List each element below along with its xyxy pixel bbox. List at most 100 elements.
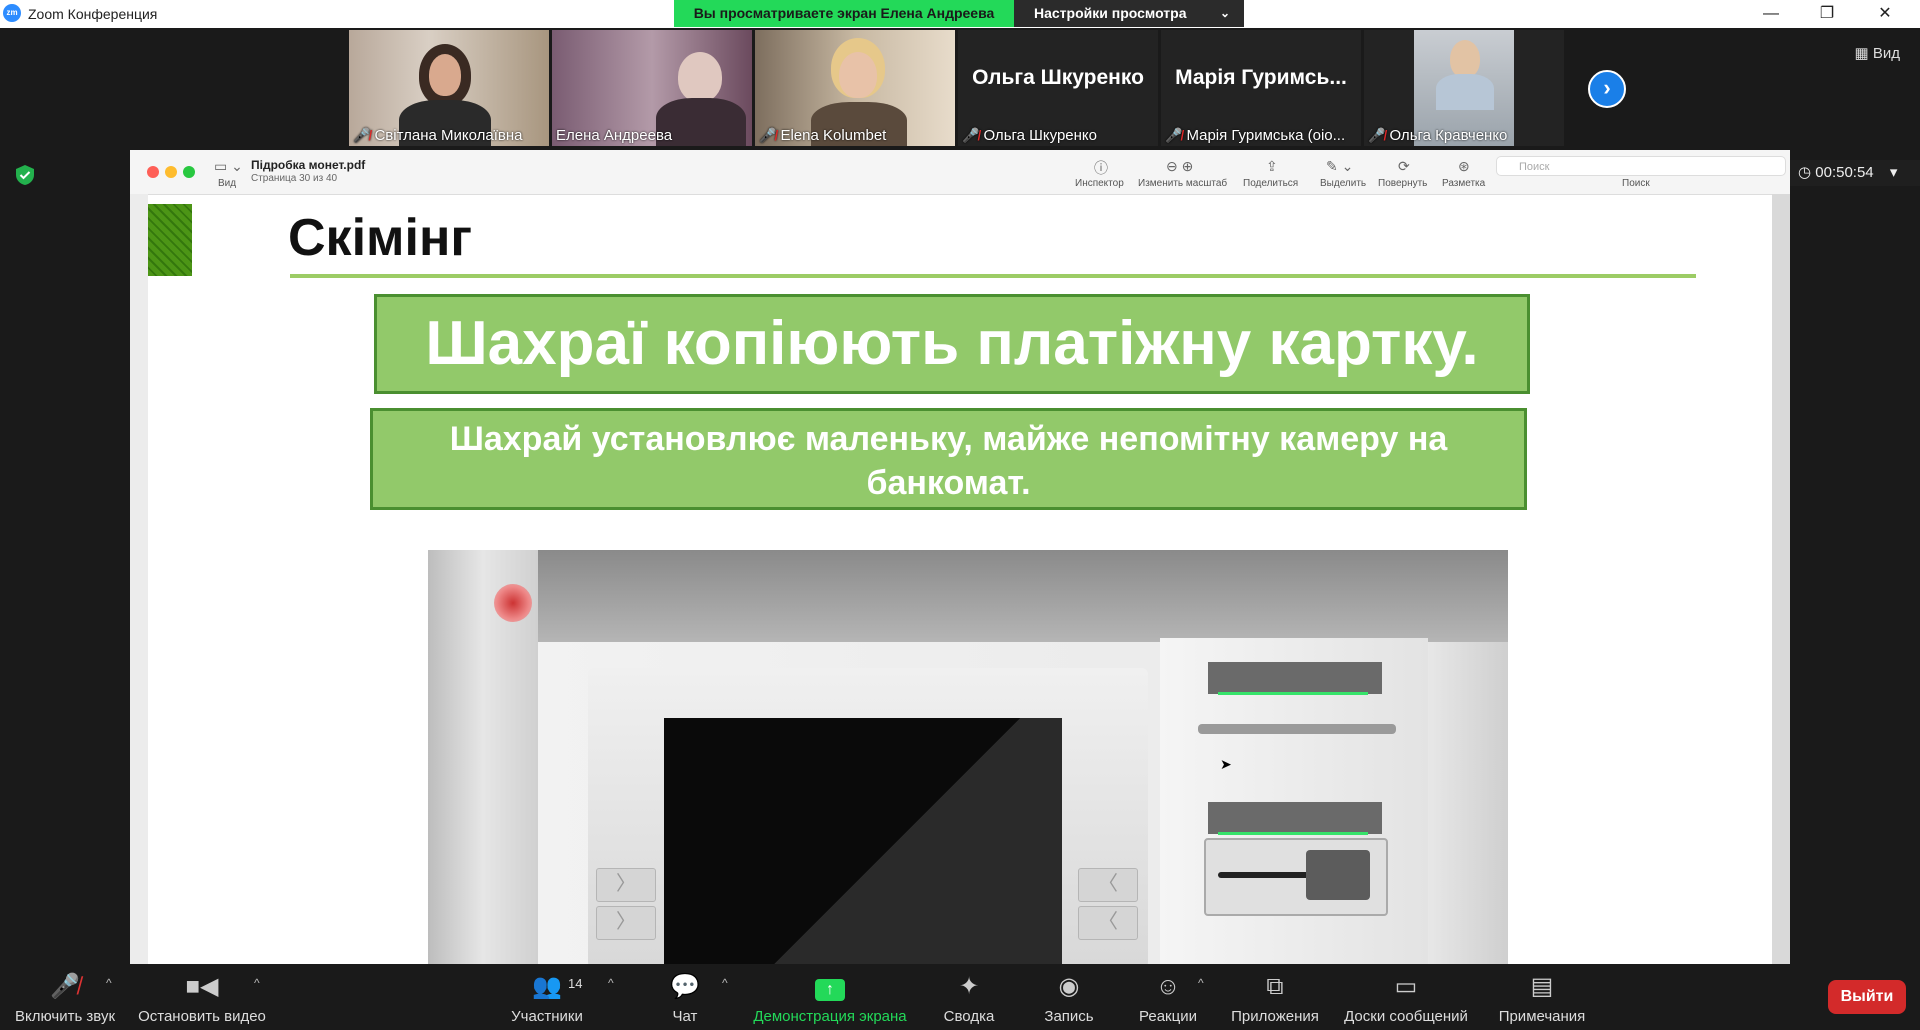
participant-display-name: Ольга Шкуренко <box>972 66 1144 89</box>
chevron-down-icon: ▾ <box>1889 164 1898 181</box>
meeting-toolbar: 🎤̸ Включить звук ^ ■◀ Остановить видео ^… <box>0 964 1920 1030</box>
shared-screen: ▭ ⌄ Вид Підробка монет.pdf Страница 30 и… <box>130 150 1790 964</box>
hidden-camera-marker <box>494 584 532 622</box>
participant-tile-active[interactable]: Елена Андреева <box>552 30 752 146</box>
chevron-down-icon: ⌄ <box>1219 6 1230 20</box>
atm-screen <box>664 718 1062 964</box>
share-icon[interactable]: ⇪ <box>1266 158 1278 175</box>
apps-button[interactable]: ⧉ Приложения <box>1228 972 1322 1025</box>
mic-muted-icon: 🎤̸ <box>353 127 371 143</box>
unmute-button[interactable]: 🎤̸ Включить звук <box>10 972 120 1025</box>
participant-tile[interactable]: Марія Гуримсь... 🎤̸ Марія Гуримська (оіо.… <box>1161 30 1361 146</box>
summary-sparkle-icon: ✦ <box>958 973 980 1000</box>
participant-name: Елена Андреева <box>556 127 673 144</box>
chevron-up-icon[interactable]: ^ <box>106 976 112 990</box>
person-body <box>1436 74 1494 110</box>
atm-top-panel <box>428 550 1508 642</box>
page-margin <box>130 194 148 964</box>
page-margin <box>1772 194 1790 964</box>
rotate-icon[interactable]: ⟳ <box>1398 158 1410 175</box>
view-settings-label: Настройки просмотра <box>1034 5 1187 21</box>
participant-name: 🎤̸ Elena Kolumbet <box>759 127 887 144</box>
participant-tile[interactable]: 🎤̸ Elena Kolumbet <box>755 30 955 146</box>
atm-side-key: 〈 <box>1078 868 1138 902</box>
close-dot-icon[interactable] <box>147 166 159 178</box>
atm-card-slot <box>1208 802 1382 834</box>
preview-search-input[interactable]: Поиск <box>1496 156 1786 176</box>
video-camera-icon: ■◀ <box>185 973 219 1000</box>
smiley-icon: ☺ <box>1155 973 1181 1000</box>
zoom-dot-icon[interactable] <box>183 166 195 178</box>
whiteboard-icon: ▭ <box>1394 973 1418 1000</box>
mouse-cursor-icon: ➤ <box>1220 756 1232 772</box>
stop-video-button[interactable]: ■◀ Остановить видео <box>136 972 268 1025</box>
mic-muted-icon: 🎤̸ <box>50 973 80 1000</box>
participant-tile[interactable]: 🎤̸ Світлана Миколаївна <box>349 30 549 146</box>
mic-muted-icon: 🎤̸ <box>1368 127 1386 143</box>
participant-name: 🎤̸ Ольга Кравченко <box>1368 127 1508 144</box>
share-arrow-icon: ↑ <box>815 979 845 1001</box>
participant-tile[interactable]: 🎤̸ Ольга Кравченко <box>1364 30 1564 146</box>
next-page-chevron-icon[interactable]: › <box>1588 70 1626 108</box>
whiteboards-button[interactable]: ▭ Доски сообщений <box>1340 972 1472 1025</box>
atm-side-key: 〉 <box>596 868 656 902</box>
slide-headline-box: Шахраї копіюють платіжну картку. <box>374 294 1530 394</box>
notes-button[interactable]: ▤ Примечания <box>1494 972 1590 1025</box>
participants-count: 14 <box>568 976 583 991</box>
record-button[interactable]: ◉ Запись <box>1040 972 1098 1025</box>
inspector-label[interactable]: Инспектор <box>1075 178 1124 189</box>
participant-name: 🎤̸ Марія Гуримська (оіо... <box>1165 127 1346 144</box>
atm-slot-light <box>1218 692 1368 695</box>
zoom-logo-icon: zm <box>3 4 21 22</box>
clock-icon: ◷ <box>1798 164 1816 181</box>
document-page: Страница 30 из 40 <box>251 173 338 184</box>
restore-icon[interactable]: ❐ <box>1804 2 1850 26</box>
atm-side-key: 〉 <box>596 906 656 940</box>
chevron-up-icon[interactable]: ^ <box>722 976 728 990</box>
close-icon[interactable]: ✕ <box>1862 2 1908 26</box>
share-banner: Вы просматриваете экран Елена Андреева Н… <box>674 0 1244 27</box>
markup-icon[interactable]: ⊛ <box>1458 158 1470 175</box>
summary-button[interactable]: ✦ Сводка <box>938 972 1000 1025</box>
atm-slot-light <box>1218 832 1368 835</box>
reactions-button[interactable]: ☺ Реакции <box>1134 972 1202 1025</box>
share-status-text: Вы просматриваете экран Елена Андреева <box>674 0 1014 27</box>
sidebar-icon[interactable]: ▭ ⌄ <box>214 158 243 175</box>
chevron-up-icon[interactable]: ^ <box>1198 976 1204 990</box>
view-button[interactable]: ▦ Вид <box>1855 44 1900 62</box>
atm-card-reader <box>1204 838 1388 916</box>
slide-title: Скімінг <box>288 209 473 267</box>
encryption-shield-icon[interactable] <box>14 164 36 186</box>
mic-muted-icon: 🎤̸ <box>962 127 980 143</box>
rotate-label[interactable]: Повернуть <box>1378 178 1427 189</box>
info-icon[interactable]: ⓘ <box>1094 158 1108 178</box>
share-screen-button[interactable]: ↑ Демонстрация экрана <box>750 972 910 1025</box>
highlight-icon[interactable]: ✎ ⌄ <box>1326 158 1353 175</box>
chat-bubble-icon: 💬 <box>670 973 700 1000</box>
chevron-up-icon[interactable]: ^ <box>254 976 260 990</box>
zoom-icon[interactable]: ⊖ ⊕ <box>1166 158 1193 175</box>
minimize-icon[interactable]: — <box>1748 2 1794 26</box>
document-name: Підробка монет.pdf <box>251 158 366 172</box>
slide-decoration <box>148 204 192 276</box>
minimize-dot-icon[interactable] <box>165 166 177 178</box>
participant-tile[interactable]: Ольга Шкуренко 🎤̸ Ольга Шкуренко <box>958 30 1158 146</box>
person-face <box>429 54 461 96</box>
person-face <box>839 52 877 98</box>
record-icon: ◉ <box>1058 973 1080 1000</box>
meeting-timer[interactable]: ◷ 00:50:54 ▾ <box>1790 160 1920 186</box>
chat-button[interactable]: 💬 Чат <box>658 972 712 1025</box>
chevron-up-icon[interactable]: ^ <box>608 976 614 990</box>
zoom-label[interactable]: Изменить масштаб <box>1138 178 1227 189</box>
highlight-label[interactable]: Выделить <box>1320 178 1366 189</box>
view-label: Вид <box>218 178 237 189</box>
markup-label[interactable]: Разметка <box>1442 178 1485 189</box>
notes-icon: ▤ <box>1530 973 1554 1000</box>
share-label[interactable]: Поделиться <box>1243 178 1298 189</box>
person-head <box>1450 40 1480 78</box>
search-label: Поиск <box>1622 178 1650 189</box>
leave-button[interactable]: Выйти <box>1828 980 1906 1014</box>
title-divider <box>290 274 1696 278</box>
atm-receipt-slot <box>1208 662 1382 694</box>
view-settings-button[interactable]: Настройки просмотра ⌄ <box>1014 0 1244 27</box>
